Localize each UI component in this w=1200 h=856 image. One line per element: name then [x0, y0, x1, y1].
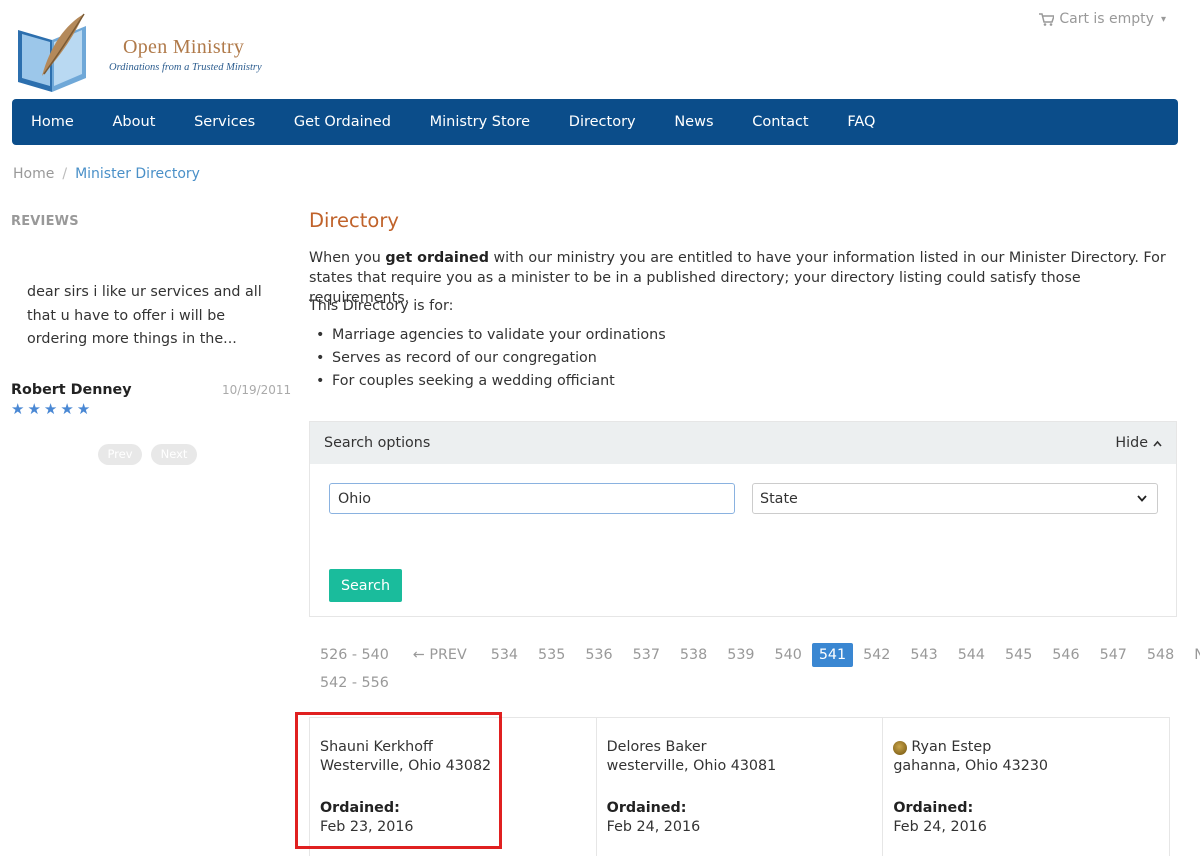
page-link[interactable]: 534: [481, 643, 528, 667]
page-link[interactable]: 542: [853, 643, 900, 667]
chevron-down-icon: ▾: [1160, 13, 1166, 25]
ordained-label: Ordained:: [606, 800, 687, 816]
minister-name: Shauni Kerkhoff: [320, 739, 433, 755]
brand-tagline: Ordinations from a Trusted Ministry: [109, 62, 262, 73]
page-title: Directory: [309, 209, 399, 232]
ordained-date: Feb 23, 2016: [320, 819, 414, 835]
chevron-up-icon: [1153, 440, 1162, 447]
nav-services[interactable]: Services: [194, 114, 255, 130]
pagination: 526 - 540 ← PREV 534 535 536 537 538 539…: [310, 643, 1200, 695]
review-next-button[interactable]: Next: [151, 444, 197, 465]
review-text: dear sirs i like ur services and all tha…: [27, 284, 262, 347]
brand-name: Open Ministry: [123, 36, 245, 58]
ordained-label: Ordained:: [320, 800, 400, 816]
search-options-title: Search options: [324, 435, 431, 451]
nav-news[interactable]: News: [674, 114, 713, 130]
next-range-link[interactable]: 542 - 556: [310, 671, 399, 695]
nav-get-ordained[interactable]: Get Ordained: [294, 114, 391, 130]
page-link-active[interactable]: 541: [811, 643, 854, 667]
reviews-heading: REVIEWS: [11, 214, 79, 229]
ordained-label: Ordained:: [893, 800, 974, 816]
next-page-link[interactable]: NEXT →: [1184, 643, 1200, 667]
list-item: Marriage agencies to validate your ordin…: [316, 324, 666, 347]
search-input[interactable]: [329, 483, 735, 514]
main-navbar: Home About Services Get Ordained Ministr…: [12, 99, 1178, 145]
state-select[interactable]: State: [752, 483, 1158, 514]
minister-results-grid: Shauni Kerkhoff Westerville, Ohio 43082 …: [309, 717, 1170, 856]
page-link[interactable]: 540: [765, 643, 812, 667]
page-link[interactable]: 544: [948, 643, 995, 667]
directory-for-heading: This Directory is for:: [309, 298, 454, 314]
search-button[interactable]: Search: [329, 569, 402, 602]
chevron-down-icon: [1137, 495, 1147, 502]
star-icon: ★: [27, 400, 41, 418]
nav-directory[interactable]: Directory: [569, 114, 636, 130]
hide-search-button[interactable]: Hide: [1115, 435, 1162, 451]
page-link[interactable]: 543: [900, 643, 947, 667]
breadcrumb-current: Minister Directory: [75, 166, 200, 182]
prev-range-link[interactable]: 526 - 540: [310, 643, 399, 667]
state-select-value: State: [760, 490, 798, 507]
page-link[interactable]: 547: [1090, 643, 1137, 667]
star-icon: ★: [11, 400, 25, 418]
page-link[interactable]: 548: [1137, 643, 1184, 667]
list-item: Serves as record of our congregation: [316, 347, 666, 370]
page-link[interactable]: 537: [623, 643, 670, 667]
cart-icon: [1039, 12, 1055, 26]
minister-location: gahanna, Ohio 43230: [893, 758, 1049, 774]
medal-icon: [893, 740, 908, 755]
minister-name: Delores Baker: [606, 739, 707, 755]
star-icon: ★: [76, 400, 91, 418]
review-author: Robert Denney: [11, 382, 132, 398]
minister-location: westerville, Ohio 43081: [606, 758, 777, 774]
minister-location: Westerville, Ohio 43082: [320, 758, 492, 774]
page-link[interactable]: 546: [1042, 643, 1089, 667]
list-item: For couples seeking a wedding officiant: [316, 370, 666, 393]
breadcrumb: Home / Minister Directory: [13, 166, 200, 182]
star-icon: ★: [60, 400, 74, 418]
page-link[interactable]: 538: [670, 643, 717, 667]
nav-home[interactable]: Home: [31, 114, 74, 130]
page-link[interactable]: 535: [528, 643, 575, 667]
page-link[interactable]: 539: [717, 643, 764, 667]
cart-label: Cart is empty: [1059, 11, 1154, 27]
get-ordained-emphasis: get ordained: [385, 250, 489, 266]
breadcrumb-home[interactable]: Home: [13, 166, 54, 182]
prev-page-link[interactable]: ← PREV: [403, 643, 477, 667]
page-link[interactable]: 536: [575, 643, 622, 667]
nav-contact[interactable]: Contact: [752, 114, 808, 130]
review-stars: ★ ★ ★ ★ ★: [11, 402, 90, 417]
ordained-date: Feb 24, 2016: [893, 819, 987, 835]
nav-ministry-store[interactable]: Ministry Store: [430, 114, 530, 130]
breadcrumb-separator: /: [62, 166, 68, 182]
hide-label: Hide: [1115, 435, 1148, 451]
cart-dropdown[interactable]: Cart is empty ▾: [1039, 11, 1166, 27]
minister-name: Ryan Estep: [911, 739, 992, 755]
ordained-date: Feb 24, 2016: [606, 819, 701, 835]
minister-card[interactable]: Shauni Kerkhoff Westerville, Ohio 43082 …: [310, 718, 597, 856]
star-icon: ★: [43, 400, 58, 418]
nav-about[interactable]: About: [113, 114, 156, 130]
review-prev-button[interactable]: Prev: [98, 444, 142, 465]
open-ministry-logo[interactable]: [14, 12, 94, 96]
minister-card[interactable]: Delores Baker westerville, Ohio 43081 Or…: [597, 718, 884, 856]
minister-card[interactable]: Ryan Estep gahanna, Ohio 43230 Ordained:…: [883, 718, 1169, 856]
directory-purpose-list: Marriage agencies to validate your ordin…: [316, 324, 666, 393]
review-date: 10/19/2011: [222, 383, 292, 397]
search-options-panel: Search options Hide State Search: [309, 421, 1177, 617]
search-options-header: Search options Hide: [310, 422, 1176, 464]
nav-faq[interactable]: FAQ: [847, 114, 875, 130]
page-link[interactable]: 545: [995, 643, 1042, 667]
